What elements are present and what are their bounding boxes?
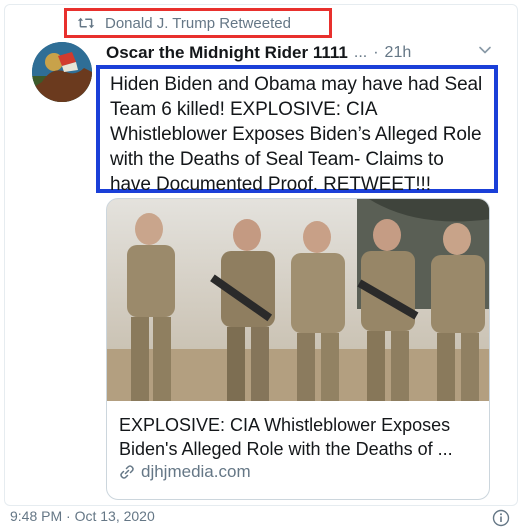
tweet-line: Hiden Biden and Obama may have had Seal (110, 74, 483, 95)
avatar[interactable] (32, 42, 92, 102)
tweet-text: Hiden Biden and Obama may have had Seal … (110, 72, 488, 197)
link-domain-text: djhjmedia.com (141, 462, 251, 481)
link-preview-card[interactable]: EXPLOSIVE: CIA Whistleblower Exposes Bid… (106, 198, 490, 500)
author-handle-truncated: ... (353, 44, 368, 61)
link-preview-title[interactable]: EXPLOSIVE: CIA Whistleblower Exposes Bid… (119, 413, 481, 461)
separator-dot: · (373, 44, 379, 61)
tweet-text-highlight: Hiden Biden and Obama may have had Seal … (96, 65, 498, 195)
info-icon[interactable] (492, 509, 510, 527)
tweet-line: have Documented Proof. RETWEET!!! (110, 174, 431, 195)
link-title-line: Biden's Alleged Role with the Deaths of … (119, 439, 453, 459)
link-preview-image[interactable] (107, 199, 490, 401)
retweet-icon (77, 17, 95, 29)
chevron-down-icon[interactable] (478, 43, 492, 57)
link-icon (120, 465, 134, 479)
link-title-line: EXPLOSIVE: CIA Whistleblower Exposes (119, 415, 451, 435)
author-name[interactable]: Oscar the Midnight Rider 1111 (106, 43, 348, 63)
tweet-timestamp[interactable]: 9:48 PM · Oct 13, 2020 (10, 508, 155, 524)
tweet-time[interactable]: 21h (385, 44, 412, 62)
retweet-context: Donald J. Trump Retweeted (64, 8, 332, 38)
tweet-line: Team 6 killed! EXPLOSIVE: CIA (110, 99, 378, 120)
retweet-label[interactable]: Donald J. Trump Retweeted (105, 15, 291, 32)
avatar-image (32, 42, 92, 102)
tweet-line: with the Deaths of Seal Team- Claims to (110, 149, 444, 170)
tweet-line: Whistleblower Exposes Biden’s Alleged Ro… (110, 124, 482, 145)
author-row: Oscar the Midnight Rider 1111 ... · 21h (106, 40, 506, 66)
link-preview-domain[interactable]: djhjmedia.com (119, 462, 251, 482)
